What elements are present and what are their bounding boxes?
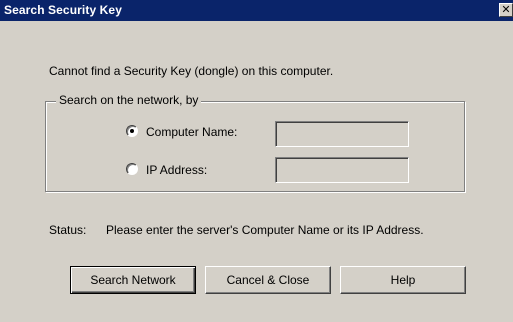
search-group-label: Search on the network, by bbox=[56, 93, 202, 107]
window-title: Search Security Key bbox=[4, 3, 122, 17]
search-security-key-dialog: Search Security Key ✕ Cannot find a Secu… bbox=[0, 0, 513, 322]
ip-address-field[interactable] bbox=[275, 157, 409, 183]
cancel-close-button[interactable]: Cancel & Close bbox=[205, 266, 331, 294]
status-label: Status: bbox=[49, 223, 87, 237]
ip-address-radio[interactable] bbox=[126, 163, 138, 175]
radio-selected-icon bbox=[130, 129, 134, 133]
title-bar[interactable]: Search Security Key ✕ bbox=[0, 0, 513, 21]
close-icon[interactable]: ✕ bbox=[499, 3, 513, 17]
search-network-button[interactable]: Search Network bbox=[70, 266, 196, 294]
computer-name-radio[interactable] bbox=[126, 125, 138, 137]
help-button[interactable]: Help bbox=[340, 266, 466, 294]
status-text: Please enter the server's Computer Name … bbox=[106, 223, 424, 237]
error-message: Cannot find a Security Key (dongle) on t… bbox=[49, 64, 334, 78]
computer-name-field[interactable] bbox=[275, 121, 409, 147]
ip-address-label[interactable]: IP Address: bbox=[146, 163, 207, 177]
computer-name-label[interactable]: Computer Name: bbox=[146, 125, 237, 139]
